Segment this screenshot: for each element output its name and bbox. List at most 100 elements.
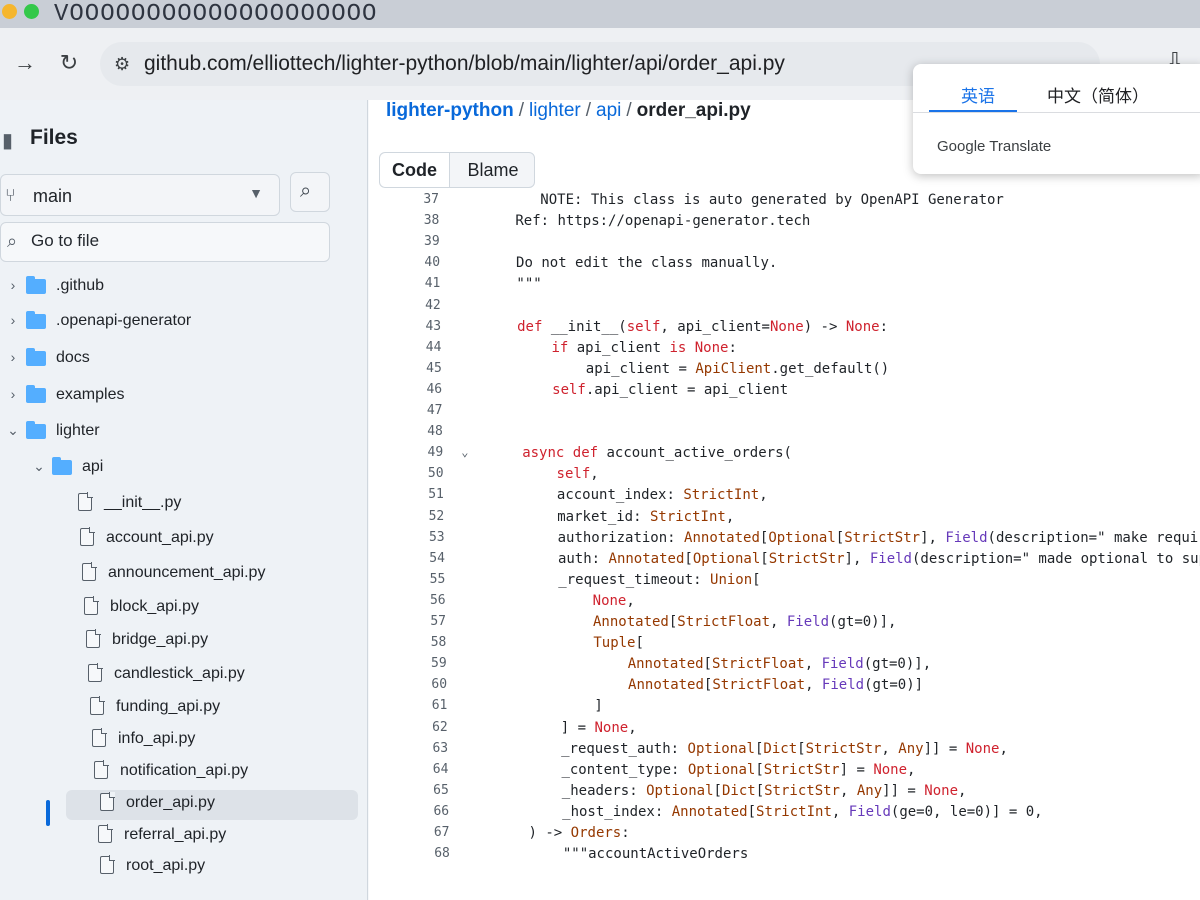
- line-number[interactable]: 41: [370, 276, 441, 291]
- sidebar-toggle-icon[interactable]: ▮: [2, 128, 13, 153]
- tree-file[interactable]: info_api.py: [88, 726, 388, 756]
- line-number[interactable]: 62: [378, 720, 448, 735]
- code-line: 63 _request_auth: Optional[Dict[StrictStr…: [378, 741, 1198, 761]
- fold-chevron-icon[interactable]: ⌄: [461, 445, 468, 459]
- tree-folder[interactable]: › .github: [2, 273, 302, 303]
- line-number[interactable]: 49: [373, 445, 444, 460]
- chevron-down-icon[interactable]: ⌄: [6, 422, 20, 439]
- git-branch-icon: ⑂: [5, 185, 16, 205]
- tree-file[interactable]: referral_api.py: [94, 822, 394, 852]
- tree-file[interactable]: bridge_api.py: [82, 627, 382, 657]
- reload-icon[interactable]: ↻: [56, 50, 82, 76]
- line-number[interactable]: 63: [378, 741, 448, 756]
- minimize-window-icon[interactable]: [2, 4, 17, 19]
- line-number[interactable]: 58: [376, 635, 447, 650]
- line-number[interactable]: 44: [371, 340, 442, 355]
- code-text: """accountActiveOrders: [562, 846, 749, 863]
- search-icon: ⌕: [7, 231, 18, 251]
- line-number[interactable]: 54: [375, 551, 445, 566]
- line-number[interactable]: 56: [376, 593, 446, 608]
- line-number[interactable]: 40: [370, 255, 440, 270]
- line-number[interactable]: 52: [374, 509, 445, 524]
- file-icon: [80, 527, 95, 546]
- tree-file[interactable]: root_api.py: [96, 853, 396, 883]
- browser-tabs[interactable]: VOOOOOOOOOOOOOOOOOOOO: [54, 1, 377, 28]
- line-number[interactable]: 37: [369, 192, 439, 207]
- line-number[interactable]: 55: [375, 572, 446, 587]
- branch-selector[interactable]: ⑂ main ▼: [0, 174, 280, 216]
- tree-item-label: .openapi-generator: [56, 312, 192, 329]
- tree-file[interactable]: candlestick_api.py: [84, 661, 384, 691]
- translate-tab-chinese[interactable]: 中文（简体）: [1047, 82, 1149, 107]
- tree-file[interactable]: funding_api.py: [86, 694, 386, 724]
- breadcrumb: lighter-python / lighter / api / order_api.py: [386, 100, 751, 121]
- line-number[interactable]: 48: [373, 424, 443, 439]
- maximize-window-icon[interactable]: [24, 4, 39, 19]
- tree-item-label: root_api.py: [126, 857, 206, 874]
- chevron-right-icon[interactable]: ›: [6, 277, 20, 293]
- chevron-right-icon[interactable]: ›: [6, 312, 20, 328]
- line-number[interactable]: 42: [371, 298, 441, 313]
- code-line: 38 Ref: https://openapi-generator.tech: [369, 213, 1189, 233]
- tree-file[interactable]: notification_api.py: [90, 758, 390, 788]
- site-settings-icon[interactable]: ⚙: [114, 54, 130, 75]
- breadcrumb-lighter-link[interactable]: lighter: [529, 100, 581, 121]
- line-number[interactable]: 67: [380, 825, 450, 840]
- tree-item-label: examples: [56, 386, 125, 403]
- line-number[interactable]: 66: [379, 804, 449, 819]
- code-view: lighter-python / lighter / api / order_api.py …: [369, 100, 1200, 900]
- tree-file[interactable]: order_api.py: [66, 790, 358, 820]
- line-number[interactable]: 60: [377, 677, 447, 692]
- folder-icon: [26, 421, 46, 439]
- code-line: 66 _host_index: Annotated[StrictInt, Fiel…: [379, 804, 1199, 824]
- tree-folder[interactable]: ⌄ lighter: [2, 418, 302, 448]
- tree-file[interactable]: block_api.py: [80, 594, 380, 624]
- line-number[interactable]: 39: [370, 234, 440, 249]
- line-number[interactable]: 43: [371, 319, 441, 334]
- line-number[interactable]: 38: [369, 213, 440, 228]
- search-button[interactable]: ⌕: [290, 172, 330, 212]
- line-number[interactable]: 57: [376, 614, 446, 629]
- url-text[interactable]: github.com/elliottech/lighter-python/blo…: [144, 52, 785, 76]
- file-icon: [88, 663, 103, 682]
- tree-item-label: block_api.py: [110, 598, 199, 615]
- line-number[interactable]: 53: [375, 530, 445, 545]
- line-number[interactable]: 65: [379, 783, 449, 798]
- translate-tab-english[interactable]: 英语: [961, 82, 995, 107]
- line-number[interactable]: 45: [372, 361, 442, 376]
- line-number[interactable]: 47: [373, 403, 443, 418]
- breadcrumb-api-link[interactable]: api: [596, 100, 621, 121]
- tree-item-label: bridge_api.py: [112, 631, 209, 648]
- tree-file[interactable]: account_api.py: [76, 525, 376, 555]
- tree-folder[interactable]: › .openapi-generator: [2, 308, 302, 338]
- tree-folder[interactable]: › examples: [2, 382, 302, 412]
- line-number[interactable]: 68: [380, 846, 450, 861]
- tree-folder[interactable]: ⌄ api: [28, 454, 328, 484]
- go-to-file-input[interactable]: [31, 231, 311, 251]
- code-text: _host_index: Annotated[StrictInt, Field(…: [562, 803, 1043, 820]
- line-number[interactable]: 51: [374, 487, 444, 502]
- line-number[interactable]: 46: [372, 382, 442, 397]
- chevron-down-icon[interactable]: ⌄: [32, 458, 46, 475]
- go-to-file-box[interactable]: ⌕: [0, 222, 330, 262]
- code-text: async def account_active_orders(: [522, 445, 792, 462]
- line-number[interactable]: 64: [378, 762, 449, 777]
- code-text: account_index: StrictInt,: [556, 487, 768, 504]
- code-line: 58 Tuple[: [376, 635, 1196, 655]
- line-number[interactable]: 50: [374, 466, 444, 481]
- folder-icon: [26, 311, 46, 329]
- line-number[interactable]: 61: [377, 698, 448, 713]
- line-number[interactable]: 59: [377, 656, 447, 671]
- chevron-right-icon[interactable]: ›: [6, 386, 20, 402]
- tree-file[interactable]: announcement_api.py: [78, 560, 378, 590]
- tree-folder[interactable]: › docs: [2, 345, 302, 375]
- file-icon: [84, 596, 99, 615]
- tree-item-label: notification_api.py: [120, 762, 249, 779]
- code-line: 61]: [377, 698, 1197, 718]
- back-arrow-icon[interactable]: →: [12, 50, 38, 76]
- breadcrumb-repo-link[interactable]: lighter-python: [386, 100, 514, 121]
- file-icon: [100, 792, 115, 811]
- code-text: ) -> Orders:: [528, 825, 630, 841]
- tree-file[interactable]: __init__.py: [74, 490, 374, 520]
- chevron-right-icon[interactable]: ›: [6, 349, 20, 365]
